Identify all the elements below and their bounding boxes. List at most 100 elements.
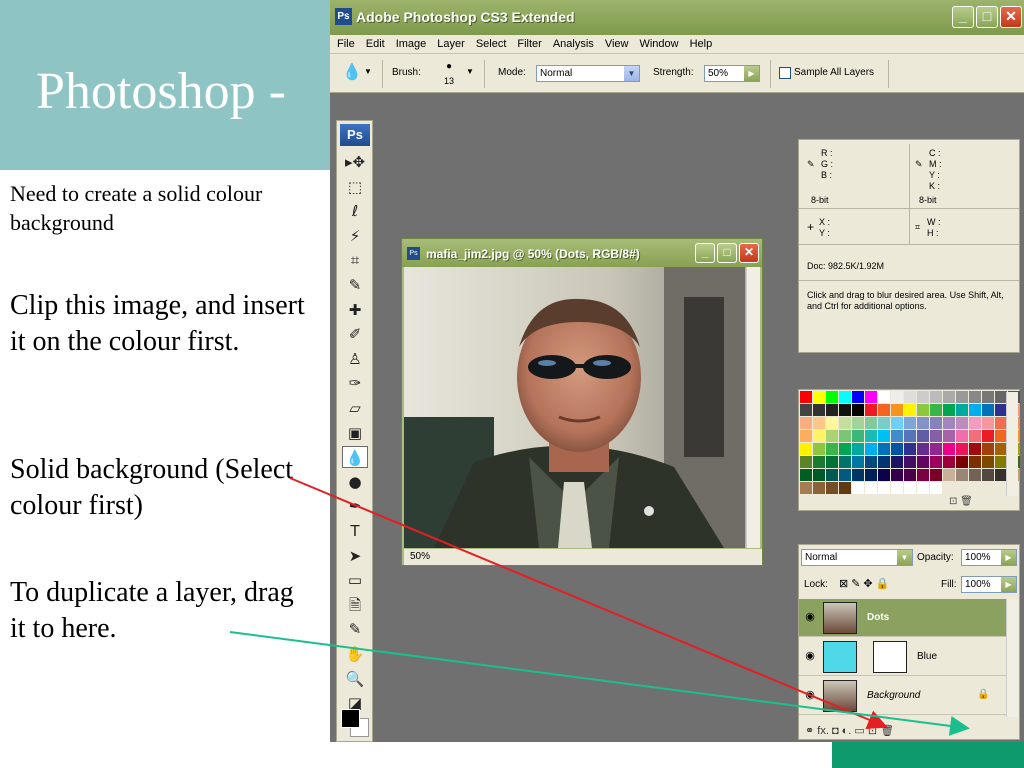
zoom-tool-icon[interactable]: 🔍 <box>342 668 368 690</box>
brush-picker-arrow-icon[interactable]: ▼ <box>466 67 474 76</box>
color-swatch[interactable] <box>969 430 981 442</box>
color-swatch[interactable] <box>839 443 851 455</box>
shape-tool-icon[interactable]: ▭ <box>342 569 368 591</box>
color-swatch[interactable] <box>800 456 812 468</box>
color-swatch[interactable] <box>865 391 877 403</box>
color-swatch[interactable] <box>930 404 942 416</box>
color-swatch[interactable] <box>969 417 981 429</box>
foreground-color-swatch[interactable] <box>341 709 360 728</box>
color-swatch[interactable] <box>865 469 877 481</box>
color-swatch[interactable] <box>878 391 890 403</box>
menu-image[interactable]: Image <box>396 38 427 50</box>
menu-help[interactable]: Help <box>690 38 713 50</box>
close-button[interactable]: ✕ <box>1000 6 1022 28</box>
blend-mode-dropdown[interactable]: Normal ▼ <box>801 549 913 566</box>
color-swatch[interactable] <box>878 430 890 442</box>
color-swatch[interactable] <box>813 417 825 429</box>
menu-analysis[interactable]: Analysis <box>553 38 594 50</box>
color-swatch[interactable] <box>891 404 903 416</box>
color-swatch[interactable] <box>930 391 942 403</box>
color-swatch[interactable] <box>865 430 877 442</box>
color-swatch[interactable] <box>982 469 994 481</box>
fill-field[interactable]: 100% ▶ <box>961 576 1017 593</box>
color-swatch[interactable] <box>904 430 916 442</box>
color-swatch[interactable] <box>813 430 825 442</box>
color-swatch[interactable] <box>930 469 942 481</box>
color-swatch[interactable] <box>917 443 929 455</box>
color-swatch[interactable] <box>956 404 968 416</box>
doc-minimize-button[interactable]: _ <box>695 243 715 263</box>
color-swatch[interactable] <box>956 469 968 481</box>
color-swatch[interactable] <box>826 404 838 416</box>
color-swatch[interactable] <box>982 430 994 442</box>
color-swatch[interactable] <box>800 469 812 481</box>
notes-tool-icon[interactable]: 🗎 <box>342 594 368 616</box>
color-swatch[interactable] <box>826 482 838 494</box>
color-swatch[interactable] <box>891 456 903 468</box>
menu-view[interactable]: View <box>605 38 629 50</box>
color-swatch[interactable] <box>826 456 838 468</box>
color-swatch[interactable] <box>839 430 851 442</box>
color-swatch[interactable] <box>943 404 955 416</box>
color-swatch[interactable] <box>839 456 851 468</box>
color-swatch[interactable] <box>969 391 981 403</box>
history-brush-tool-icon[interactable]: ✑ <box>342 372 368 394</box>
color-swatch[interactable] <box>891 391 903 403</box>
color-swatch[interactable] <box>865 482 877 494</box>
color-swatch[interactable] <box>891 417 903 429</box>
layers-scrollbar[interactable] <box>1006 599 1018 717</box>
color-swatch[interactable] <box>839 404 851 416</box>
layer-row-blue[interactable]: ◉ Blue <box>799 638 1007 676</box>
swatches-scrollbar[interactable] <box>1006 392 1018 496</box>
menu-window[interactable]: Window <box>639 38 678 50</box>
minimize-button[interactable]: _ <box>952 6 974 28</box>
layers-footer-icons[interactable]: ⚭ fx. ◘ ◐. ▭ ⊡ 🗑 <box>799 720 1007 740</box>
lock-icons[interactable]: ⊠✎✥🔒 <box>839 577 892 590</box>
gradient-tool-icon[interactable]: ▣ <box>342 422 368 444</box>
hand-tool-icon[interactable]: ✋ <box>342 643 368 665</box>
app-titlebar[interactable]: Ps Adobe Photoshop CS3 Extended _ □ ✕ <box>330 0 1024 35</box>
color-swatch[interactable] <box>852 391 864 403</box>
color-swatch[interactable] <box>943 469 955 481</box>
color-swatch[interactable] <box>969 404 981 416</box>
pen-tool-icon[interactable]: ✒ <box>342 495 368 517</box>
color-swatch[interactable] <box>852 404 864 416</box>
menu-layer[interactable]: Layer <box>437 38 465 50</box>
color-swatch[interactable] <box>800 482 812 494</box>
color-swatch[interactable] <box>826 430 838 442</box>
color-swatch[interactable] <box>969 469 981 481</box>
document-vertical-scrollbar[interactable] <box>746 267 760 548</box>
color-swatch[interactable] <box>800 430 812 442</box>
color-swatch[interactable] <box>904 417 916 429</box>
type-tool-icon[interactable]: T <box>342 520 368 542</box>
eyedropper-tool-icon[interactable]: ✎ <box>342 618 368 640</box>
blur-tool-preset-icon[interactable]: 💧 <box>342 62 362 82</box>
color-swatch[interactable] <box>930 417 942 429</box>
color-swatch[interactable] <box>969 456 981 468</box>
magic-wand-tool-icon[interactable]: ⚡ <box>342 225 368 247</box>
color-swatch[interactable] <box>878 456 890 468</box>
color-swatch[interactable] <box>813 391 825 403</box>
color-swatch[interactable] <box>943 456 955 468</box>
color-swatch[interactable] <box>930 482 942 494</box>
color-swatch[interactable] <box>865 404 877 416</box>
color-swatch[interactable] <box>852 430 864 442</box>
color-swatch[interactable] <box>982 391 994 403</box>
color-swatch[interactable] <box>930 443 942 455</box>
color-swatch[interactable] <box>800 443 812 455</box>
color-swatch[interactable] <box>917 417 929 429</box>
color-swatch[interactable] <box>839 391 851 403</box>
color-swatch[interactable] <box>865 417 877 429</box>
document-canvas[interactable] <box>404 267 745 548</box>
color-swatch[interactable] <box>813 482 825 494</box>
color-swatch[interactable] <box>930 456 942 468</box>
color-swatch[interactable] <box>917 404 929 416</box>
color-swatch[interactable] <box>878 417 890 429</box>
color-swatch[interactable] <box>956 430 968 442</box>
marquee-tool-icon[interactable]: ⬚ <box>342 176 368 198</box>
color-swatch[interactable] <box>878 404 890 416</box>
tool-preset-arrow-icon[interactable]: ▼ <box>364 67 372 76</box>
eye-icon[interactable]: ◉ <box>803 610 817 624</box>
path-selection-tool-icon[interactable]: ➤ <box>342 545 368 567</box>
color-swatch[interactable] <box>826 391 838 403</box>
